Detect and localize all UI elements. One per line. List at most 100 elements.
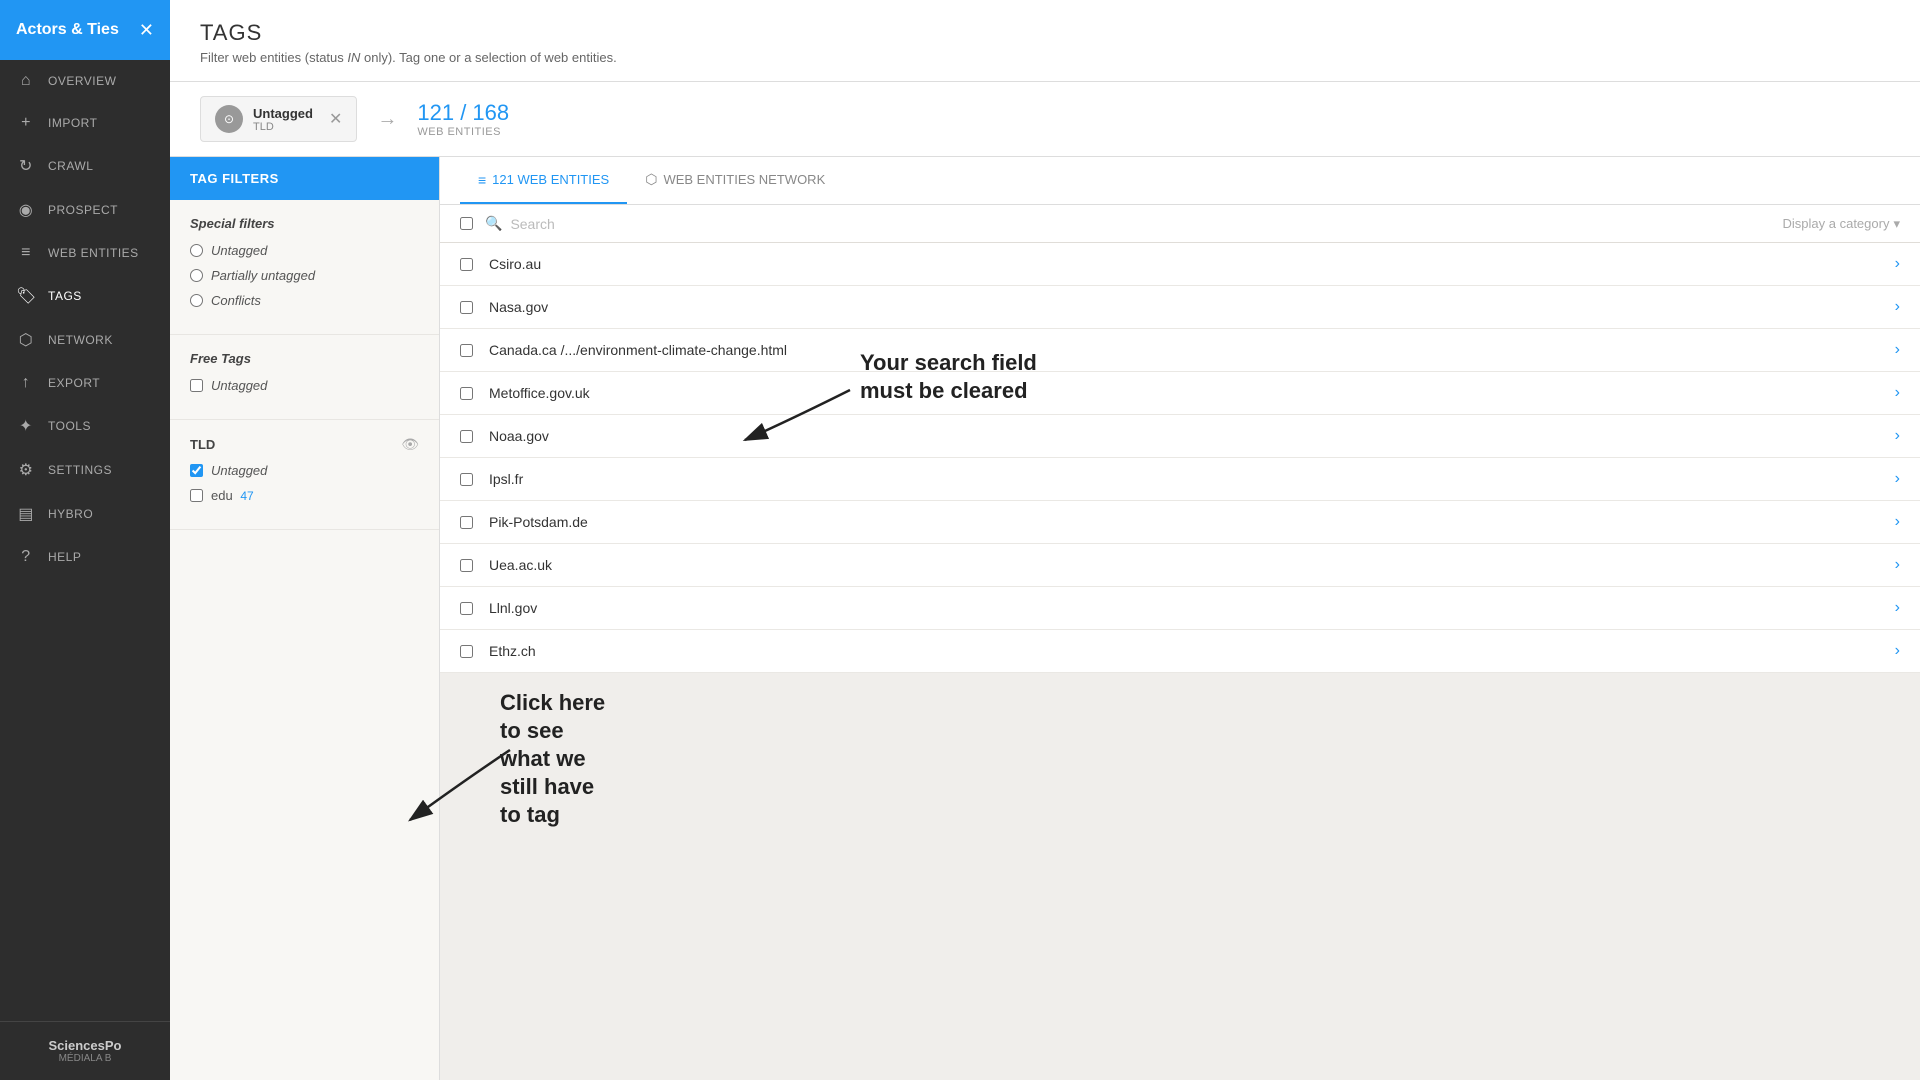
tld-untagged-item[interactable]: Untagged: [190, 463, 419, 478]
radio-conflicts[interactable]: Conflicts: [190, 293, 419, 308]
panel-header-label: TAG FILTERS: [170, 157, 439, 200]
entity-name-10: Ethz.ch: [489, 643, 1895, 659]
entity-checkbox-4[interactable]: [460, 387, 473, 400]
display-category-button[interactable]: Display a category ▾: [1783, 216, 1900, 232]
radio-conflicts-input[interactable]: [190, 294, 203, 307]
tld-section: TLD 👁 Untagged edu 47: [170, 420, 439, 530]
entity-checkbox-1[interactable]: [460, 258, 473, 271]
radio-untagged[interactable]: Untagged: [190, 243, 419, 258]
tabs-bar: ≡ 121 WEB ENTITIES ⬡ WEB ENTITIES NETWOR…: [440, 157, 1920, 205]
search-magnifier-icon: 🔍: [485, 215, 502, 232]
radio-conflicts-label: Conflicts: [211, 293, 261, 308]
sidebar-item-hybro-label: HYBRO: [48, 507, 93, 521]
tld-eye-icon[interactable]: 👁: [401, 436, 419, 453]
entity-chevron-8[interactable]: ›: [1895, 556, 1900, 574]
filter-tag-icon: ⊙: [215, 105, 243, 133]
sidebar-item-help[interactable]: ? HELP: [0, 536, 170, 578]
sidebar-item-export-label: EXPORT: [48, 376, 100, 390]
free-tag-untagged-checkbox[interactable]: [190, 379, 203, 392]
entity-checkbox-8[interactable]: [460, 559, 473, 572]
entity-row[interactable]: Llnl.gov ›: [440, 587, 1920, 630]
entity-row[interactable]: Metoffice.gov.uk ›: [440, 372, 1920, 415]
entity-chevron-6[interactable]: ›: [1895, 470, 1900, 488]
filter-bar: ⊙ Untagged TLD ✕ → 121 / 168 WEB ENTITIE…: [170, 82, 1920, 157]
entity-checkbox-10[interactable]: [460, 645, 473, 658]
filter-count: 121 / 168 WEB ENTITIES: [417, 100, 509, 138]
special-filters-title: Special filters: [190, 216, 419, 231]
entity-checkbox-6[interactable]: [460, 473, 473, 486]
sidebar-item-export[interactable]: ↑ EXPORT: [0, 362, 170, 404]
entity-checkbox-2[interactable]: [460, 301, 473, 314]
entity-chevron-3[interactable]: ›: [1895, 341, 1900, 359]
radio-partially-input[interactable]: [190, 269, 203, 282]
free-tag-untagged[interactable]: Untagged: [190, 378, 419, 393]
page-subtitle: Filter web entities (status IN only). Ta…: [200, 50, 1890, 65]
sidebar-item-tags[interactable]: 🏷 TAGS: [0, 274, 170, 318]
search-bar: 🔍 Display a category ▾: [440, 205, 1920, 243]
tld-edu-checkbox[interactable]: [190, 489, 203, 502]
entity-chevron-9[interactable]: ›: [1895, 599, 1900, 617]
prospect-icon: ◉: [16, 200, 36, 220]
radio-untagged-input[interactable]: [190, 244, 203, 257]
tab-network-label: WEB ENTITIES NETWORK: [663, 172, 825, 187]
entity-name-8: Uea.ac.uk: [489, 557, 1895, 573]
entity-chevron-1[interactable]: ›: [1895, 255, 1900, 273]
entity-row[interactable]: Ethz.ch ›: [440, 630, 1920, 673]
entity-name-1: Csiro.au: [489, 256, 1895, 272]
tab-web-entities[interactable]: ≡ 121 WEB ENTITIES: [460, 157, 627, 204]
entity-row[interactable]: Noaa.gov ›: [440, 415, 1920, 458]
sidebar-item-network-label: NETWORK: [48, 333, 113, 347]
filter-tag-close-button[interactable]: ✕: [329, 109, 342, 129]
tab-network[interactable]: ⬡ WEB ENTITIES NETWORK: [627, 157, 843, 204]
entity-row[interactable]: Canada.ca /.../environment-climate-chang…: [440, 329, 1920, 372]
select-all-checkbox[interactable]: [460, 217, 473, 230]
filter-tag-sub: TLD: [253, 121, 313, 133]
entity-row[interactable]: Nasa.gov ›: [440, 286, 1920, 329]
sidebar-item-import[interactable]: + IMPORT: [0, 102, 170, 144]
sidebar-item-crawl[interactable]: ↻ CRAWL: [0, 144, 170, 188]
free-tags-section: Free Tags Untagged: [170, 335, 439, 420]
entity-row[interactable]: Csiro.au ›: [440, 243, 1920, 286]
sidebar-item-network[interactable]: ⬡ NETWORK: [0, 318, 170, 362]
entity-chevron-10[interactable]: ›: [1895, 642, 1900, 660]
search-input[interactable]: [510, 216, 1782, 232]
sidebar-header: Actors & Ties ✕: [0, 0, 170, 60]
page-header: TAGS Filter web entities (status IN only…: [170, 0, 1920, 82]
entity-name-4: Metoffice.gov.uk: [489, 385, 1895, 401]
free-tag-untagged-label: Untagged: [211, 378, 267, 393]
sidebar-nav: ⌂ OVERVIEW + IMPORT ↻ CRAWL ◉ PROSPECT ≡…: [0, 60, 170, 1021]
page-title: TAGS: [200, 20, 1890, 46]
radio-untagged-label: Untagged: [211, 243, 267, 258]
sidebar-item-hybro[interactable]: ▤ HYBRO: [0, 492, 170, 536]
radio-partially-untagged[interactable]: Partially untagged: [190, 268, 419, 283]
tld-group-header: TLD 👁: [190, 436, 419, 453]
display-category-chevron-icon: ▾: [1893, 216, 1900, 232]
entity-row[interactable]: Uea.ac.uk ›: [440, 544, 1920, 587]
entity-chevron-4[interactable]: ›: [1895, 384, 1900, 402]
sidebar-item-tools[interactable]: ✦ TOOLS: [0, 404, 170, 448]
main-content: TAGS Filter web entities (status IN only…: [170, 0, 1920, 1080]
sidebar-item-prospect[interactable]: ◉ PROSPECT: [0, 188, 170, 232]
entity-checkbox-7[interactable]: [460, 516, 473, 529]
sidebar-item-overview[interactable]: ⌂ OVERVIEW: [0, 60, 170, 102]
entity-name-3: Canada.ca /.../environment-climate-chang…: [489, 342, 1895, 358]
sidebar-item-settings[interactable]: ⚙ SETTINGS: [0, 448, 170, 492]
entity-row[interactable]: Ipsl.fr ›: [440, 458, 1920, 501]
entity-checkbox-5[interactable]: [460, 430, 473, 443]
sidebar-item-web-entities[interactable]: ≡ WEB ENTITIES: [0, 232, 170, 274]
sidebar-item-tools-label: TOOLS: [48, 419, 91, 433]
entity-checkbox-3[interactable]: [460, 344, 473, 357]
entity-chevron-7[interactable]: ›: [1895, 513, 1900, 531]
entity-chevron-5[interactable]: ›: [1895, 427, 1900, 445]
tld-edu-item[interactable]: edu 47: [190, 488, 419, 503]
entity-checkbox-9[interactable]: [460, 602, 473, 615]
brand-name: SciencesPo: [16, 1038, 154, 1053]
entity-row[interactable]: Pik-Potsdam.de ›: [440, 501, 1920, 544]
active-filter-tag: ⊙ Untagged TLD ✕: [200, 96, 357, 142]
close-sidebar-button[interactable]: ✕: [139, 21, 154, 39]
sidebar-item-import-label: IMPORT: [48, 116, 97, 130]
entity-chevron-2[interactable]: ›: [1895, 298, 1900, 316]
tld-untagged-checkbox[interactable]: [190, 464, 203, 477]
tab-list-icon: ≡: [478, 172, 486, 188]
hybro-icon: ▤: [16, 504, 36, 524]
